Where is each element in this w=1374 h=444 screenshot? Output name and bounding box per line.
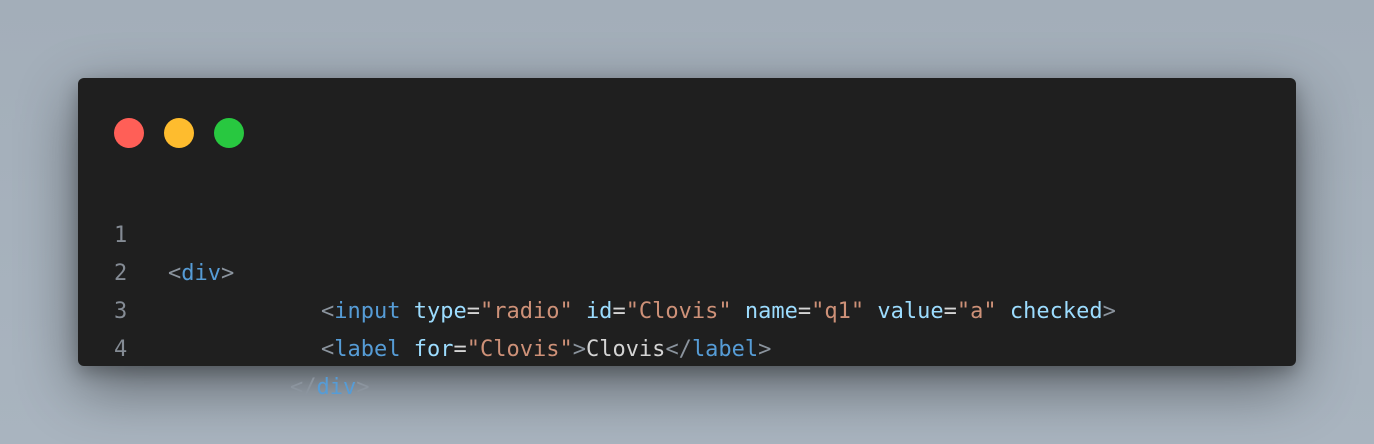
tag-open-bracket: < [321, 337, 335, 362]
minimize-dot-icon[interactable] [164, 118, 194, 148]
maximize-dot-icon[interactable] [214, 118, 244, 148]
attr-name: for [413, 337, 454, 362]
code-line: 4 </div> [78, 293, 1296, 400]
end-tag-close-bracket: > [758, 337, 772, 362]
tag-close-bracket: > [572, 337, 586, 362]
attr-equals: = [453, 337, 467, 362]
end-tag-open-bracket: </ [290, 375, 317, 400]
end-tag-name: label [691, 337, 759, 362]
attr-value: "Clovis" [466, 337, 573, 362]
code-line: 1 <div> [78, 179, 1296, 286]
label-text: Clovis [585, 337, 666, 362]
close-dot-icon[interactable] [114, 118, 144, 148]
line-number: 4 [114, 337, 128, 362]
tag-name: label [334, 337, 401, 362]
code-line: 3 <label for="Clovis">Clovis</label> [78, 255, 1296, 362]
line-source: <label for="Clovis">Clovis</label> [321, 331, 771, 369]
code-line: 2 <input type="radio" id="Clovis" name="… [78, 217, 1296, 324]
code-window: 1 <div> 2 <input type="radio" id="Clovis… [78, 78, 1296, 400]
end-tag-name: div [316, 375, 357, 400]
line-source: </div> [290, 369, 370, 407]
end-tag-open-bracket: </ [665, 337, 692, 362]
code-block: 1 <div> 2 <input type="radio" id="Clovis… [78, 179, 1296, 400]
end-tag-close-bracket: > [356, 375, 370, 400]
